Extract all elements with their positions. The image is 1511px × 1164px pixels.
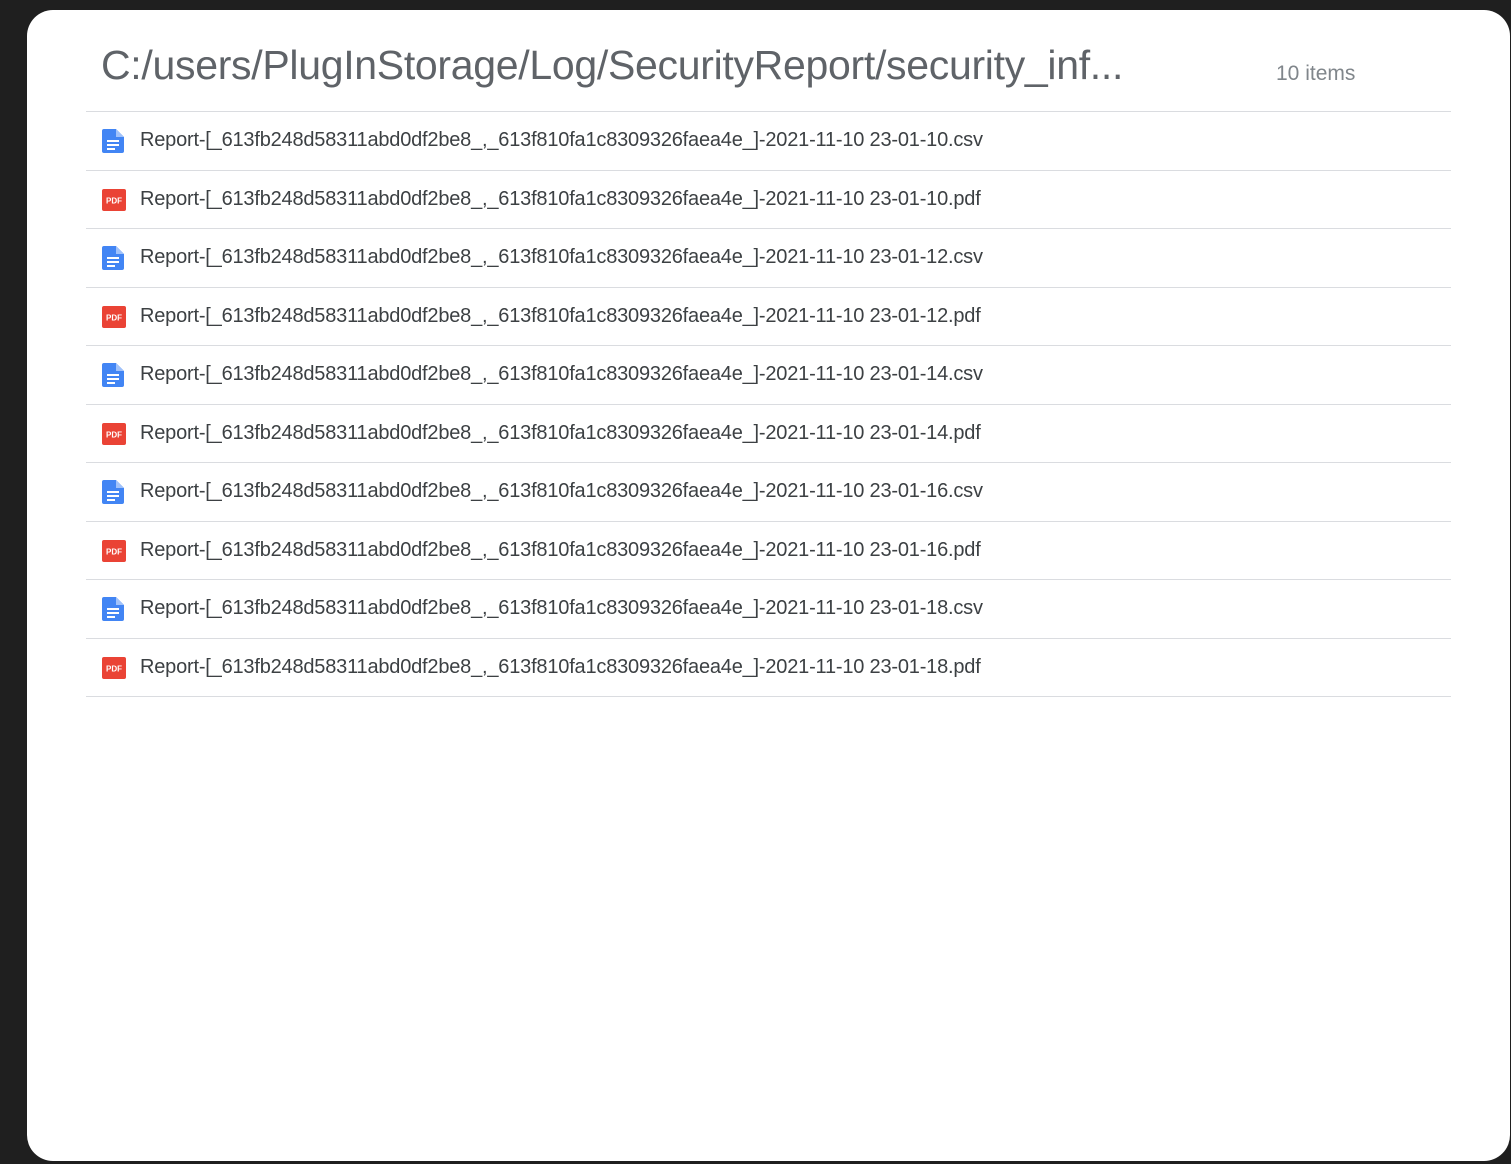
svg-text:PDF: PDF [106, 313, 122, 322]
pdf-icon: PDF [102, 188, 126, 212]
doc-icon [102, 246, 124, 270]
file-name: Report-[_613fb248d58311abd0df2be8_,_613f… [140, 129, 983, 151]
file-name: Report-[_613fb248d58311abd0df2be8_,_613f… [140, 597, 983, 619]
file-row[interactable]: PDF Report-[_613fb248d58311abd0df2be8_,_6… [86, 639, 1451, 697]
window-frame: C:/users/PlugInStorage/Log/SecurityRepor… [10, 0, 1511, 1164]
doc-icon [102, 480, 124, 504]
folder-path-title: C:/users/PlugInStorage/Log/SecurityRepor… [101, 42, 1124, 88]
file-browser-card: C:/users/PlugInStorage/Log/SecurityRepor… [27, 10, 1510, 1161]
file-name: Report-[_613fb248d58311abd0df2be8_,_613f… [140, 655, 981, 678]
item-count: 10 items [1276, 62, 1356, 85]
file-row[interactable]: Report-[_613fb248d58311abd0df2be8_,_613f… [86, 580, 1451, 639]
file-row[interactable]: Report-[_613fb248d58311abd0df2be8_,_613f… [86, 346, 1451, 405]
svg-text:PDF: PDF [106, 664, 122, 673]
pdf-icon: PDF [102, 305, 126, 329]
file-row[interactable]: Report-[_613fb248d58311abd0df2be8_,_613f… [86, 463, 1451, 522]
header: C:/users/PlugInStorage/Log/SecurityRepor… [27, 10, 1510, 112]
doc-icon [102, 363, 124, 387]
file-row[interactable]: PDF Report-[_613fb248d58311abd0df2be8_,_6… [86, 288, 1451, 346]
pdf-icon: PDF [102, 539, 126, 563]
file-name: Report-[_613fb248d58311abd0df2be8_,_613f… [140, 187, 981, 210]
file-row[interactable]: PDF Report-[_613fb248d58311abd0df2be8_,_6… [86, 522, 1451, 580]
svg-text:PDF: PDF [106, 196, 122, 205]
svg-text:PDF: PDF [106, 547, 122, 556]
file-name: Report-[_613fb248d58311abd0df2be8_,_613f… [140, 480, 983, 502]
file-list: Report-[_613fb248d58311abd0df2be8_,_613f… [86, 111, 1451, 697]
file-name: Report-[_613fb248d58311abd0df2be8_,_613f… [140, 421, 981, 444]
file-name: Report-[_613fb248d58311abd0df2be8_,_613f… [140, 246, 983, 268]
file-row[interactable]: Report-[_613fb248d58311abd0df2be8_,_613f… [86, 229, 1451, 288]
file-name: Report-[_613fb248d58311abd0df2be8_,_613f… [140, 363, 983, 385]
svg-text:PDF: PDF [106, 430, 122, 439]
file-row[interactable]: Report-[_613fb248d58311abd0df2be8_,_613f… [86, 112, 1451, 171]
file-name: Report-[_613fb248d58311abd0df2be8_,_613f… [140, 304, 981, 327]
file-name: Report-[_613fb248d58311abd0df2be8_,_613f… [140, 538, 981, 561]
doc-icon [102, 129, 124, 153]
doc-icon [102, 597, 124, 621]
file-row[interactable]: PDF Report-[_613fb248d58311abd0df2be8_,_6… [86, 171, 1451, 229]
file-row[interactable]: PDF Report-[_613fb248d58311abd0df2be8_,_6… [86, 405, 1451, 463]
pdf-icon: PDF [102, 422, 126, 446]
pdf-icon: PDF [102, 656, 126, 680]
